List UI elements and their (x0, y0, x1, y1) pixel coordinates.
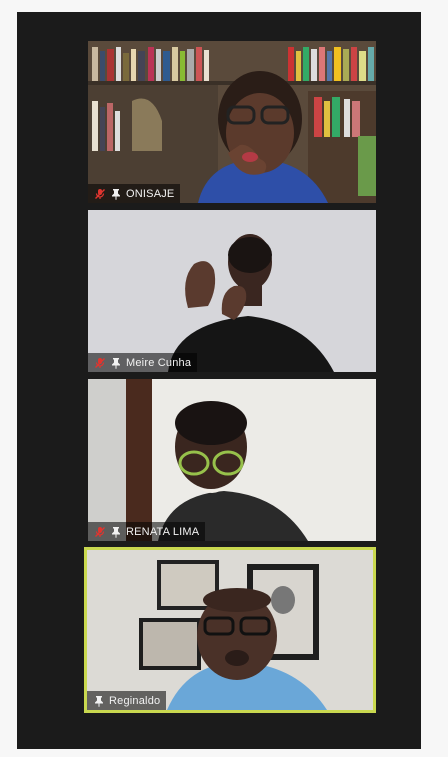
participant-name-tag: Meire Cunha (88, 353, 198, 372)
mic-muted-icon (95, 188, 105, 199)
video-tile-renata-lima[interactable]: RENATA LIMA (88, 379, 376, 541)
participant-video (88, 210, 376, 372)
participant-video (88, 379, 376, 541)
participant-name-tag: ONISAJE (88, 184, 181, 203)
participant-name-tag: RENATA LIMA (88, 522, 206, 541)
pin-icon[interactable] (110, 188, 122, 200)
participant-name: Reginaldo (109, 694, 161, 707)
video-tile-meire-cunha[interactable]: Meire Cunha (88, 210, 376, 372)
mic-muted-icon (95, 357, 105, 368)
pin-icon[interactable] (93, 695, 105, 707)
participant-name: ONISAJE (126, 187, 175, 200)
pin-icon[interactable] (110, 357, 122, 369)
participant-video (87, 550, 373, 710)
participant-video (88, 41, 376, 203)
participant-name: Meire Cunha (126, 356, 192, 369)
participant-name-tag: Reginaldo (87, 691, 167, 710)
pin-icon[interactable] (110, 526, 122, 538)
video-tile-reginaldo[interactable]: Reginaldo (84, 547, 376, 713)
mic-muted-icon (95, 526, 105, 537)
video-tile-onisaje[interactable]: ONISAJE (88, 41, 376, 203)
participant-name: RENATA LIMA (126, 525, 200, 538)
